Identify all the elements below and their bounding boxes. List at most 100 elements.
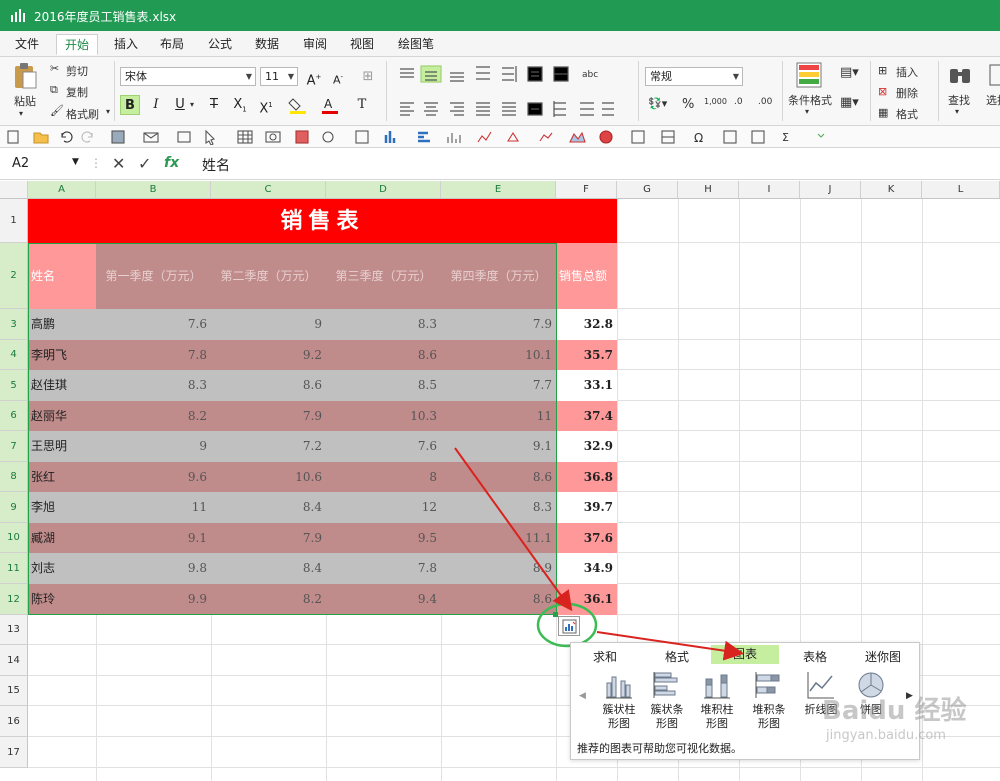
value-cell[interactable]: 10.1 xyxy=(441,340,556,370)
row-header[interactable]: 16 xyxy=(0,706,28,737)
row-header[interactable]: 9 xyxy=(0,492,28,523)
total-cell[interactable]: 36.8 xyxy=(556,462,617,492)
row-header[interactable]: 13 xyxy=(0,615,28,645)
column-header-a[interactable]: A xyxy=(28,181,96,199)
value-cell[interactable]: 9.2 xyxy=(211,340,326,370)
column-header-h[interactable]: H xyxy=(678,181,739,199)
name-cell[interactable]: 王思明 xyxy=(28,431,96,462)
row-header[interactable]: 17 xyxy=(0,737,28,768)
row-header[interactable]: 14 xyxy=(0,645,28,676)
name-box-dropdown-icon[interactable]: ▼ xyxy=(72,157,79,167)
format-cells-button[interactable]: 格式 xyxy=(896,106,918,122)
row-header[interactable]: 10 xyxy=(0,523,28,553)
clear-format-icon[interactable]: T xyxy=(352,95,372,115)
header-cell-q2[interactable]: 第二季度（万元） xyxy=(211,243,326,309)
qa-tab-format[interactable]: 格式 xyxy=(665,648,689,665)
row-header[interactable]: 11 xyxy=(0,553,28,584)
conditional-format-icon[interactable] xyxy=(796,62,822,88)
insert-cells-button[interactable]: 插入 xyxy=(896,64,918,80)
format-painter-dropdown-icon[interactable]: ▾ xyxy=(106,107,110,116)
qa-tab-sparkline[interactable]: 迷你图 xyxy=(865,648,901,665)
format-painter-button[interactable]: 格式刷 xyxy=(66,106,99,122)
cancel-icon[interactable]: ✕ xyxy=(112,154,125,173)
insert-cells-icon[interactable]: ⊞ xyxy=(878,64,887,77)
alignment-icons[interactable]: abc xyxy=(392,63,632,123)
row-header[interactable]: 8 xyxy=(0,462,28,492)
value-cell[interactable]: 7.7 xyxy=(441,370,556,401)
value-cell[interactable]: 9 xyxy=(211,309,326,340)
tab-file[interactable]: 文件 xyxy=(7,36,47,57)
font-color-icon[interactable]: A xyxy=(320,95,340,115)
value-cell[interactable]: 8.9 xyxy=(441,553,556,584)
value-cell[interactable]: 8.6 xyxy=(211,370,326,401)
number-format-select[interactable]: 常规 ▼ xyxy=(645,67,743,86)
stacked-bar-icon[interactable] xyxy=(755,671,783,699)
qa-tab-table[interactable]: 表格 xyxy=(803,648,827,665)
column-header-d[interactable]: D xyxy=(326,181,441,199)
total-cell[interactable]: 37.6 xyxy=(556,523,617,553)
quick-toolbar-icons[interactable]: Ω Σ xyxy=(6,129,836,145)
increase-decimal-icon[interactable]: .0 xyxy=(734,97,743,107)
strikethrough-button[interactable]: T xyxy=(204,95,224,115)
table-style-icon[interactable]: ▤▾ xyxy=(840,65,859,80)
name-cell[interactable]: 李明飞 xyxy=(28,340,96,370)
quick-analysis-button[interactable] xyxy=(558,616,580,636)
percent-icon[interactable]: % xyxy=(682,97,694,112)
row-header[interactable]: 12 xyxy=(0,584,28,615)
delete-cells-icon[interactable]: ⊠ xyxy=(878,85,887,98)
value-cell[interactable]: 8.3 xyxy=(326,309,441,340)
value-cell[interactable]: 9.1 xyxy=(96,523,211,553)
row-header[interactable]: 2 xyxy=(0,243,28,309)
find-button[interactable]: 查找 xyxy=(948,92,970,108)
qa-tab-chart[interactable]: 图表 xyxy=(711,645,779,664)
header-cell-q4[interactable]: 第四季度（万元） xyxy=(441,243,556,309)
thousands-icon[interactable]: 1,000 xyxy=(704,97,727,106)
header-cell-q3[interactable]: 第三季度（万元） xyxy=(326,243,441,309)
scroll-right-icon[interactable]: ▶ xyxy=(906,691,913,701)
find-dropdown-icon[interactable]: ▾ xyxy=(955,107,959,116)
cell-style-icon[interactable]: ▦▾ xyxy=(840,95,859,110)
bold-button[interactable]: B xyxy=(120,95,140,115)
value-cell[interactable]: 9.5 xyxy=(326,523,441,553)
insert-function-button[interactable]: fx xyxy=(164,155,179,171)
value-cell[interactable]: 8.4 xyxy=(211,492,326,523)
italic-button[interactable]: I xyxy=(146,95,166,115)
value-cell[interactable]: 8.5 xyxy=(326,370,441,401)
pie-chart-icon[interactable] xyxy=(857,671,885,699)
value-cell[interactable]: 11.1 xyxy=(441,523,556,553)
total-cell[interactable]: 32.8 xyxy=(556,309,617,340)
font-name-select[interactable]: 宋体 ▼ xyxy=(120,67,256,86)
select-all-corner[interactable] xyxy=(0,181,28,199)
value-cell[interactable]: 8.2 xyxy=(96,401,211,431)
formula-input[interactable]: 姓名 xyxy=(202,155,230,175)
value-cell[interactable]: 10.6 xyxy=(211,462,326,492)
total-cell[interactable]: 34.9 xyxy=(556,553,617,584)
value-cell[interactable]: 9.6 xyxy=(96,462,211,492)
tab-draw[interactable]: 绘图笔 xyxy=(390,36,442,57)
name-cell[interactable]: 刘志 xyxy=(28,553,96,584)
value-cell[interactable]: 8.6 xyxy=(441,462,556,492)
name-cell[interactable]: 张红 xyxy=(28,462,96,492)
name-cell[interactable]: 李旭 xyxy=(28,492,96,523)
value-cell[interactable]: 8.3 xyxy=(96,370,211,401)
header-cell-total[interactable]: 销售总额 xyxy=(556,243,617,309)
value-cell[interactable]: 7.8 xyxy=(326,553,441,584)
paste-icon[interactable] xyxy=(12,62,38,90)
value-cell[interactable]: 9.8 xyxy=(96,553,211,584)
stacked-column-icon[interactable] xyxy=(703,671,731,699)
binoculars-icon[interactable] xyxy=(948,63,972,87)
value-cell[interactable]: 8 xyxy=(326,462,441,492)
subscript-button[interactable]: X1 xyxy=(230,95,250,115)
column-header-j[interactable]: J xyxy=(800,181,861,199)
conditional-format-label[interactable]: 条件格式 xyxy=(788,92,832,108)
paste-label[interactable]: 粘贴 xyxy=(14,93,36,109)
name-cell[interactable]: 臧湖 xyxy=(28,523,96,553)
column-header-i[interactable]: I xyxy=(739,181,800,199)
copy-icon[interactable]: ⧉ xyxy=(50,83,58,97)
value-cell[interactable]: 8.6 xyxy=(326,340,441,370)
column-header-b[interactable]: B xyxy=(96,181,211,199)
column-header-l[interactable]: L xyxy=(922,181,1000,199)
value-cell[interactable]: 7.6 xyxy=(326,431,441,462)
tab-view[interactable]: 视图 xyxy=(342,36,382,57)
tab-layout[interactable]: 布局 xyxy=(152,36,192,57)
